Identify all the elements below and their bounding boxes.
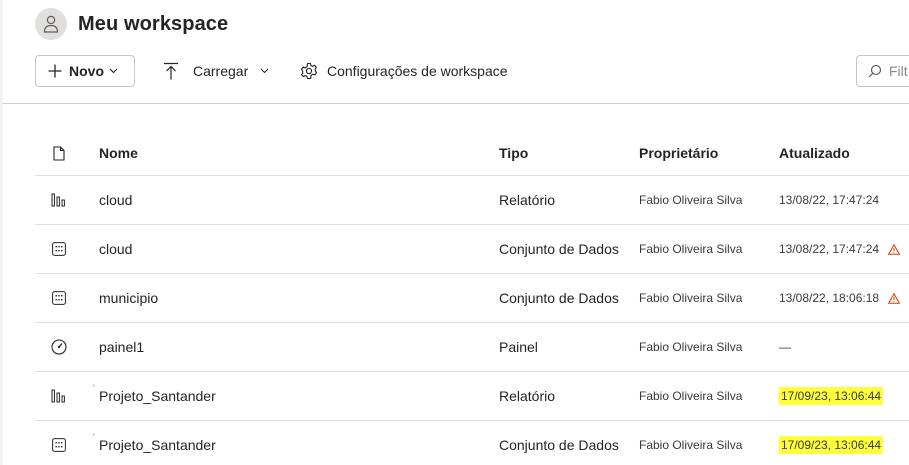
item-type: Conjunto de Dados: [499, 290, 619, 306]
table-row[interactable]: municipio Conjunto de Dados Fabio Olivei…: [35, 274, 909, 323]
column-header-updated[interactable]: Atualizado: [779, 131, 850, 175]
upload-button[interactable]: Carregar: [163, 55, 269, 87]
item-name[interactable]: cloud: [99, 176, 132, 224]
warning-icon[interactable]: [888, 243, 901, 255]
report-icon: [49, 176, 69, 224]
filter-placeholder: Filt: [889, 63, 908, 79]
toolbar: Novo Carregar Configurações de workspace…: [35, 55, 909, 87]
item-name[interactable]: ′ Projeto_Santander: [93, 383, 216, 404]
edit-mark-icon: ′: [93, 383, 95, 393]
dataset-icon: [49, 274, 69, 322]
upload-icon: [163, 62, 179, 80]
item-owner: Fabio Oliveira Silva: [639, 242, 743, 256]
toolbar-divider: [3, 103, 909, 104]
workspace-settings-label: Configurações de workspace: [327, 63, 508, 79]
chevron-down-icon: [260, 68, 269, 74]
item-name[interactable]: cloud: [99, 225, 132, 273]
dashboard-icon: [49, 323, 69, 371]
highlighted-updated-value: 17/09/23, 13:06:44: [779, 387, 884, 405]
item-updated-value: 13/08/22, 17:47:24: [779, 242, 880, 256]
item-owner: Fabio Oliveira Silva: [639, 340, 743, 354]
table-header-row: Nome Tipo Proprietário Atualizado: [35, 131, 909, 176]
chevron-down-icon: [109, 68, 118, 74]
item-type: Conjunto de Dados: [499, 241, 619, 257]
warning-icon[interactable]: [888, 292, 901, 304]
column-header-owner[interactable]: Proprietário: [639, 131, 718, 175]
highlighted-updated-value: 17/09/23, 13:06:44: [779, 436, 884, 454]
dataset-icon: [49, 421, 69, 465]
item-name-text: Projeto_Santander: [99, 437, 216, 453]
item-owner: Fabio Oliveira Silva: [639, 389, 743, 403]
item-updated: 17/09/23, 13:06:44: [779, 421, 884, 465]
item-owner: Fabio Oliveira Silva: [639, 438, 743, 452]
item-updated: —: [779, 323, 791, 371]
item-updated-value: —: [779, 340, 791, 354]
item-name-text: Projeto_Santander: [99, 388, 216, 404]
gear-icon: [300, 62, 318, 80]
workspace-settings-button[interactable]: Configurações de workspace: [300, 55, 508, 87]
table-row[interactable]: ′ Projeto_Santander Conjunto de Dados Fab…: [35, 421, 909, 465]
left-edge-strip: [0, 0, 3, 465]
filter-input[interactable]: Filt: [856, 55, 909, 87]
item-name[interactable]: ′ Projeto_Santander: [93, 432, 216, 453]
item-updated: 13/08/22, 18:06:18: [779, 274, 901, 322]
item-name[interactable]: municipio: [99, 274, 158, 322]
column-header-type[interactable]: Tipo: [499, 131, 528, 175]
item-updated: 13/08/22, 17:47:24: [779, 176, 879, 224]
item-name-cell[interactable]: ′ Projeto_Santander: [93, 372, 216, 420]
item-name-cell[interactable]: ′ Projeto_Santander: [93, 421, 216, 465]
item-updated: 13/08/22, 17:47:24: [779, 225, 901, 273]
item-type: Painel: [499, 339, 538, 355]
workspace-items-table: Nome Tipo Proprietário Atualizado cloud …: [35, 131, 909, 465]
document-icon: [49, 131, 69, 175]
table-row[interactable]: cloud Relatório Fabio Oliveira Silva 13/…: [35, 176, 909, 225]
table-row[interactable]: painel1 Painel Fabio Oliveira Silva —: [35, 323, 909, 372]
item-type: Relatório: [499, 388, 556, 404]
item-owner: Fabio Oliveira Silva: [639, 193, 743, 207]
person-icon: [35, 8, 67, 40]
new-button[interactable]: Novo: [35, 55, 135, 87]
item-updated-value: 13/08/22, 18:06:18: [779, 291, 880, 305]
item-type: Relatório: [499, 192, 556, 208]
page-title: Meu workspace: [78, 12, 229, 35]
column-header-name[interactable]: Nome: [99, 131, 138, 175]
edit-mark-icon: ′: [93, 432, 95, 442]
plus-icon: [48, 64, 62, 78]
upload-button-label: Carregar: [193, 63, 249, 79]
item-type: Conjunto de Dados: [499, 437, 619, 453]
report-icon: [49, 372, 69, 420]
dataset-icon: [49, 225, 69, 273]
new-button-label: Novo: [69, 63, 104, 79]
item-owner: Fabio Oliveira Silva: [639, 291, 743, 305]
item-updated: 17/09/23, 13:06:44: [779, 372, 884, 420]
table-row[interactable]: ′ Projeto_Santander Relatório Fabio Olive…: [35, 372, 909, 421]
item-updated-value: 13/08/22, 17:47:24: [779, 193, 880, 207]
search-icon: [868, 64, 882, 78]
table-row[interactable]: cloud Conjunto de Dados Fabio Oliveira S…: [35, 225, 909, 274]
workspace-header: Meu workspace: [35, 7, 228, 41]
item-name[interactable]: painel1: [99, 323, 144, 371]
